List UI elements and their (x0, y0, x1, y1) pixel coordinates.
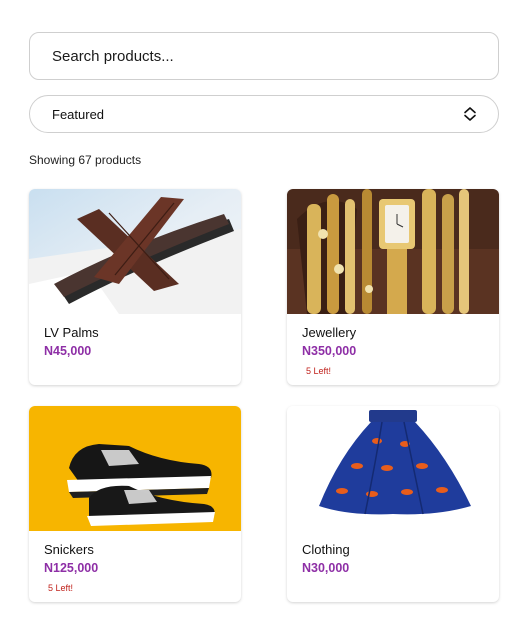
product-price: N30,000 (302, 561, 350, 575)
results-count: Showing 67 products (29, 153, 142, 167)
sort-dropdown[interactable]: Featured (29, 95, 499, 133)
product-list-page: Featured Showing 67 products (0, 0, 528, 633)
chevron-up-down-icon (462, 106, 478, 122)
product-price: N350,000 (302, 344, 357, 358)
product-image (287, 406, 499, 531)
product-price: N125,000 (44, 561, 99, 575)
product-name: Clothing (302, 542, 350, 557)
product-image (287, 189, 499, 314)
product-name: Jewellery (302, 325, 357, 340)
product-image (29, 406, 241, 531)
product-price: N45,000 (44, 344, 92, 358)
stock-badge: 5 Left! (48, 583, 74, 593)
search-input[interactable] (52, 47, 498, 65)
product-card[interactable]: Clothing N30,000 (287, 406, 499, 602)
product-card[interactable]: LV Palms N45,000 (29, 189, 241, 385)
product-name: Snickers (44, 542, 94, 557)
sort-selected-value: Featured (52, 106, 105, 122)
product-name: LV Palms (44, 325, 99, 340)
search-bar[interactable] (29, 32, 499, 80)
product-card[interactable]: Snickers N125,000 5 Left! (29, 406, 241, 602)
product-card[interactable]: Jewellery N350,000 5 Left! (287, 189, 499, 385)
product-image (29, 189, 241, 314)
stock-badge: 5 Left! (306, 366, 332, 376)
